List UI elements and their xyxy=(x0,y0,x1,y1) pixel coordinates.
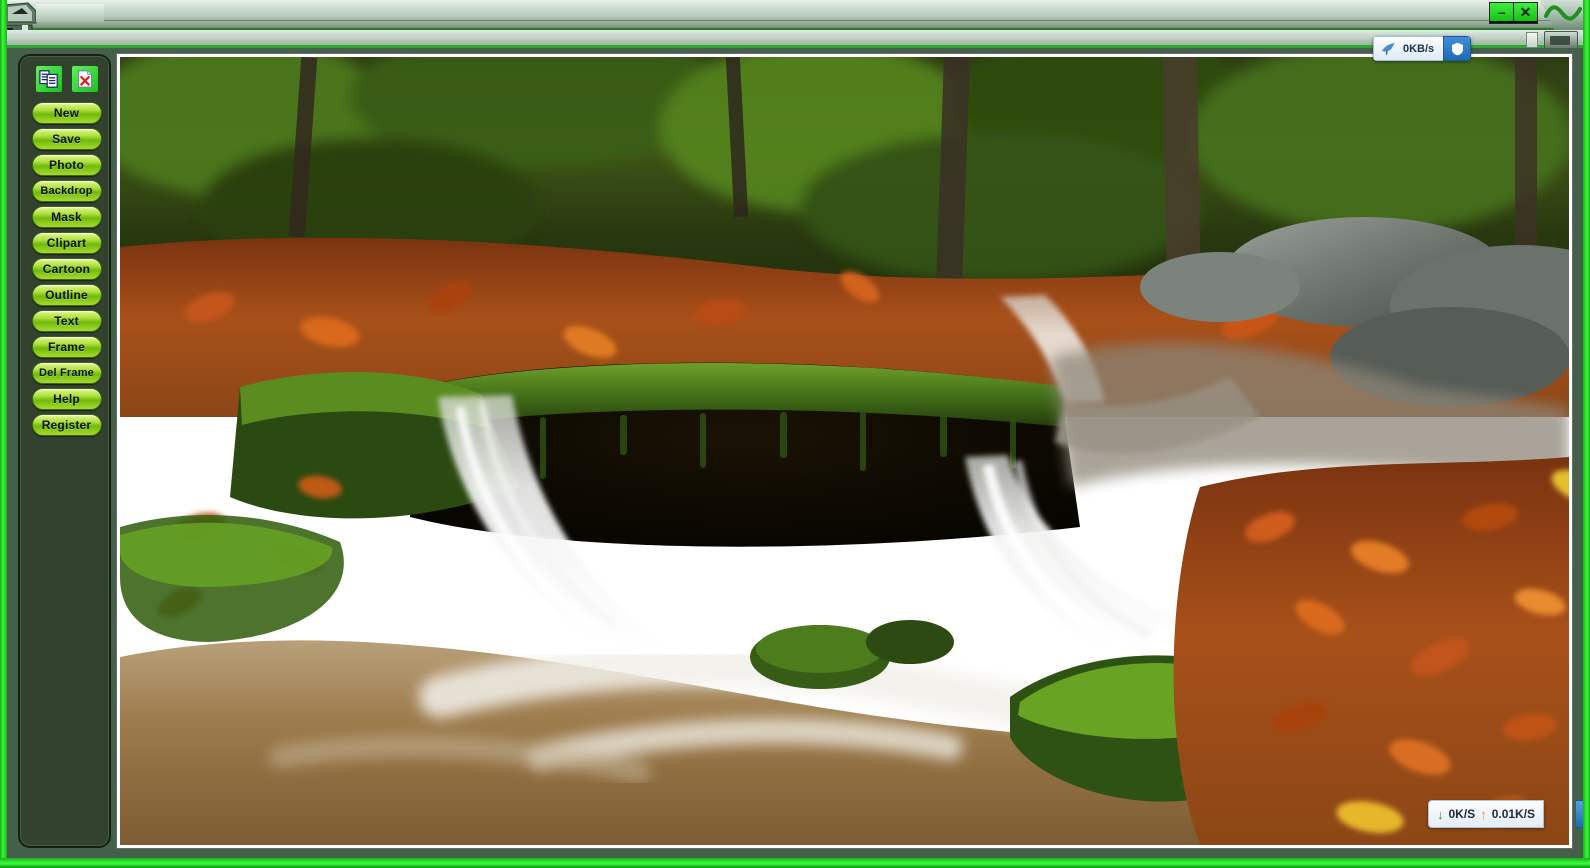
sidebar-button-clipart[interactable]: Clipart xyxy=(31,232,102,254)
hummingbird-icon xyxy=(1382,42,1395,55)
copy-pages-icon[interactable] xyxy=(35,66,62,92)
window-frame-right xyxy=(1583,0,1590,868)
application-window: – ✕ New Save Photo Backdrop Mask Clipart… xyxy=(0,0,1590,868)
sidebar-button-backdrop[interactable]: Backdrop xyxy=(31,180,102,202)
photo-canvas[interactable] xyxy=(117,54,1572,848)
photo-image xyxy=(120,57,1569,845)
sidebar-button-help[interactable]: Help xyxy=(31,388,102,410)
download-speed-value: 0K/S xyxy=(1448,807,1476,821)
network-speed-widget-top[interactable]: 0KB/s xyxy=(1373,36,1472,61)
sidebar-panel: New Save Photo Backdrop Mask Clipart Car… xyxy=(18,54,111,848)
toolbar-strip xyxy=(0,30,1590,51)
upload-speed-value: 0.01K/S xyxy=(1491,807,1536,821)
sidebar-button-list: New Save Photo Backdrop Mask Clipart Car… xyxy=(20,102,113,436)
wave-squiggle-icon xyxy=(1544,5,1582,21)
network-speed-top-body[interactable]: 0KB/s xyxy=(1373,36,1444,61)
sidebar-button-new[interactable]: New xyxy=(31,102,102,124)
sidebar-button-del-frame[interactable]: Del Frame xyxy=(31,362,102,384)
sidebar-button-text[interactable]: Text xyxy=(31,310,102,332)
close-button[interactable]: ✕ xyxy=(1514,3,1537,21)
network-speed-widget-bottom[interactable]: ↓ 0K/S ↑ 0.01K/S xyxy=(1428,800,1545,828)
sidebar-button-cartoon[interactable]: Cartoon xyxy=(31,258,102,280)
sidebar-button-outline[interactable]: Outline xyxy=(31,284,102,306)
shield-icon[interactable] xyxy=(1443,36,1472,61)
sidebar-button-register[interactable]: Register xyxy=(31,414,102,436)
window-frame-bottom xyxy=(0,858,1590,868)
download-arrow-icon: ↓ xyxy=(1437,806,1444,822)
workspace: New Save Photo Backdrop Mask Clipart Car… xyxy=(7,48,1583,858)
window-controls: – ✕ xyxy=(1489,2,1538,24)
document-delete-icon[interactable] xyxy=(71,66,98,92)
resize-handle[interactable] xyxy=(1526,32,1538,48)
network-speed-top-value: 0KB/s xyxy=(1403,42,1435,55)
upload-arrow-icon: ↑ xyxy=(1480,806,1487,822)
titlebar-divider xyxy=(0,20,1590,21)
sidebar-button-photo[interactable]: Photo xyxy=(31,154,102,176)
window-frame-left xyxy=(0,0,7,868)
sidebar-button-save[interactable]: Save xyxy=(31,128,102,150)
title-bar[interactable]: – ✕ xyxy=(0,0,1590,44)
minimize-button[interactable]: – xyxy=(1490,3,1514,21)
sidebar-button-frame[interactable]: Frame xyxy=(31,336,102,358)
sidebar-button-mask[interactable]: Mask xyxy=(31,206,102,228)
sidebar-icon-row xyxy=(20,66,113,92)
